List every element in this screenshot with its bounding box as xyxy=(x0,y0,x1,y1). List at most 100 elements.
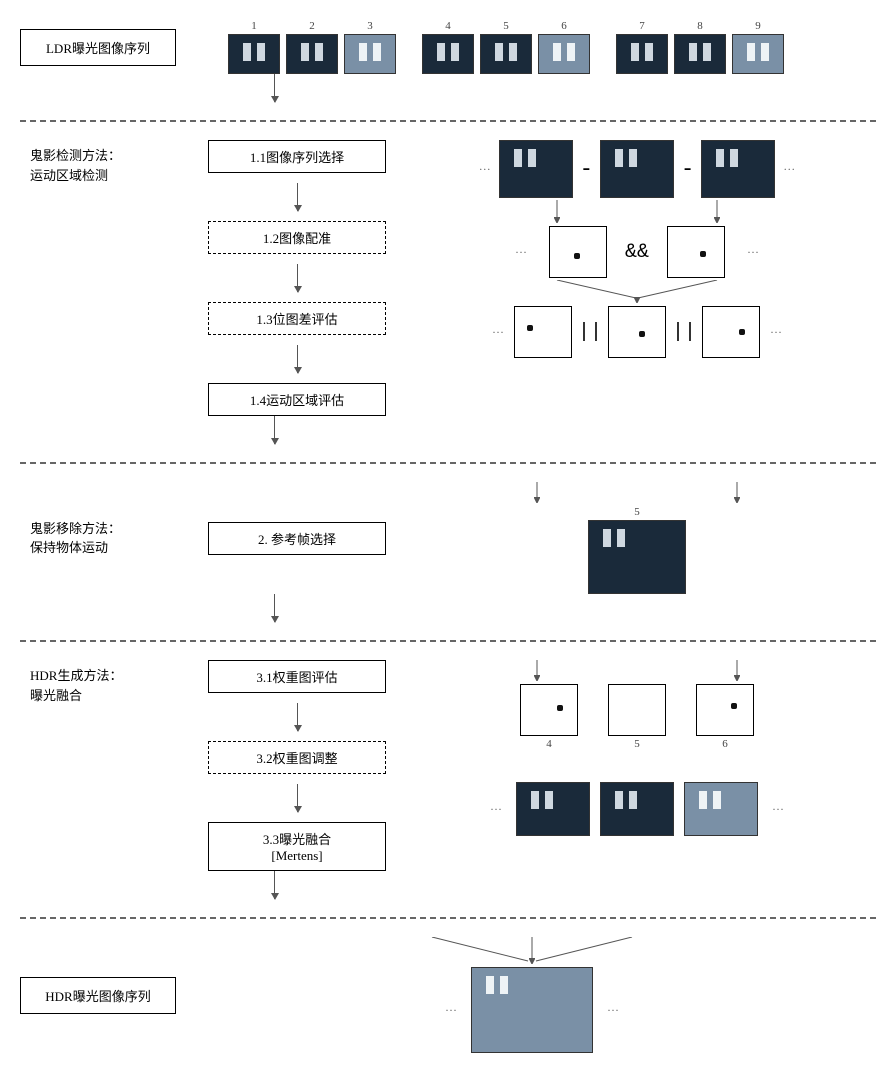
thumb-4 xyxy=(422,34,474,74)
thumb-2-num: 2 xyxy=(309,20,315,32)
diff-map-left xyxy=(549,226,607,278)
diff-map-right xyxy=(667,226,725,278)
union-map-left xyxy=(514,306,572,358)
ghost-detection-steps: 1.1图像序列选择 1.2图像配准 1.3位图差评估 1.4运动区域评估 xyxy=(208,140,386,416)
minus-icon: - xyxy=(678,157,697,182)
minus-icon: - xyxy=(577,157,596,182)
thumb-1 xyxy=(228,34,280,74)
motion-detection-diagram: ··· - - ··· ··· && ··· ··· || xyxy=(398,140,876,416)
step-1-4: 1.4运动区域评估 xyxy=(208,383,386,416)
ellipsis-icon: ··· xyxy=(768,802,788,817)
step-3-2: 3.2权重图调整 xyxy=(208,741,386,774)
output-row: HDR曝光图像序列 ··· ··· xyxy=(20,937,876,1053)
gr-line2: 保持物体运动 xyxy=(30,538,186,558)
input-label: LDR曝光图像序列 xyxy=(20,29,176,66)
diff-input-mid xyxy=(600,140,674,198)
step-3-1: 3.1权重图评估 xyxy=(208,660,386,693)
input-thumbnails: 1 2 3 4 5 6 7 8 9 xyxy=(228,20,784,74)
diff-input-left xyxy=(499,140,573,198)
thumb-3-num: 3 xyxy=(367,20,373,32)
weight-map-4-num: 4 xyxy=(546,738,552,750)
ref-frame-thumb xyxy=(588,520,686,594)
union-map-mid xyxy=(608,306,666,358)
thumb-9-num: 9 xyxy=(755,20,761,32)
hdr-generation-stage: HDR生成方法： 曝光融合 3.1权重图评估 3.2权重图调整 3.3曝光融合 … xyxy=(20,660,876,871)
gr-line1: 鬼影移除方法： xyxy=(30,519,186,539)
weight-map-4 xyxy=(520,684,578,736)
ghost-detection-title: 鬼影检测方法： 运动区域检测 xyxy=(20,140,196,416)
thumb-5 xyxy=(480,34,532,74)
diff-input-right xyxy=(701,140,775,198)
ellipsis-icon: ··· xyxy=(766,325,786,340)
step-1-3: 1.3位图差评估 xyxy=(208,302,386,335)
thumb-6-num: 6 xyxy=(561,20,567,32)
arrow-down-split-icon xyxy=(427,482,847,504)
hdr-gen-steps: 3.1权重图评估 3.2权重图调整 3.3曝光融合 [Mertens] xyxy=(208,660,386,871)
divider xyxy=(20,917,876,919)
output-hdr-frame xyxy=(471,967,593,1053)
arrow-icon xyxy=(274,594,275,622)
arrow-icon xyxy=(297,703,298,731)
thumb-1-num: 1 xyxy=(251,20,257,32)
or-op-icon: || xyxy=(672,321,696,344)
weight-map-6 xyxy=(696,684,754,736)
thumb-8-num: 8 xyxy=(697,20,703,32)
arrow-icon xyxy=(297,264,298,292)
gd-line2: 运动区域检测 xyxy=(30,166,186,186)
fuse-input-4 xyxy=(516,782,590,836)
thumb-4-num: 4 xyxy=(445,20,451,32)
fuse-input-5 xyxy=(600,782,674,836)
and-op-icon: && xyxy=(625,241,649,264)
weight-map-6-num: 6 xyxy=(722,738,728,750)
thumb-5-num: 5 xyxy=(503,20,509,32)
arrow-icon xyxy=(274,871,275,899)
step-1-2: 1.2图像配准 xyxy=(208,221,386,254)
fuse-input-6 xyxy=(684,782,758,836)
thumb-3 xyxy=(344,34,396,74)
arrow-and-icon xyxy=(427,280,847,304)
thumb-8 xyxy=(674,34,726,74)
step-2-ref: 2. 参考帧选择 xyxy=(208,522,386,555)
ellipsis-icon: ··· xyxy=(475,162,495,177)
step-3-3a: 3.3曝光融合 xyxy=(219,829,375,848)
or-op-icon: || xyxy=(578,321,602,344)
thumb-6 xyxy=(538,34,590,74)
weight-maps-display: 4 5 6 ··· ··· xyxy=(398,660,876,836)
thumb-2 xyxy=(286,34,338,74)
ghost-removal-title: 鬼影移除方法： 保持物体运动 xyxy=(20,513,196,564)
ghost-removal-steps: 2. 参考帧选择 xyxy=(208,522,386,555)
ellipsis-icon: ··· xyxy=(488,325,508,340)
output-label: HDR曝光图像序列 xyxy=(20,977,176,1014)
thumb-7 xyxy=(616,34,668,74)
arrow-icon xyxy=(297,183,298,211)
ellipsis-icon: ··· xyxy=(486,802,506,817)
ref-frame-num: 5 xyxy=(634,506,640,518)
reference-frame-display: 5 xyxy=(398,482,876,594)
arrow-down-pair-icon xyxy=(427,660,847,682)
thumb-7-num: 7 xyxy=(639,20,645,32)
ellipsis-icon: ··· xyxy=(511,245,531,260)
divider xyxy=(20,640,876,642)
divider xyxy=(20,120,876,122)
arrow-icon xyxy=(274,74,275,102)
step-3-3b: [Mertens] xyxy=(219,848,375,864)
divider xyxy=(20,462,876,464)
arrow-icon xyxy=(274,416,275,444)
input-row: LDR曝光图像序列 1 2 3 4 5 6 7 8 9 xyxy=(20,20,876,74)
ghost-removal-stage: 鬼影移除方法： 保持物体运动 2. 参考帧选择 5 xyxy=(20,482,876,594)
step-1-1: 1.1图像序列选择 xyxy=(208,140,386,173)
arrow-icon xyxy=(297,784,298,812)
hg-line1: HDR生成方法： xyxy=(30,666,186,686)
hdr-gen-title: HDR生成方法： 曝光融合 xyxy=(20,660,196,711)
arrow-merge-icon xyxy=(322,937,742,965)
ellipsis-icon: ··· xyxy=(603,1003,623,1018)
ellipsis-icon: ··· xyxy=(743,245,763,260)
ellipsis-icon: ··· xyxy=(779,162,799,177)
step-3-3: 3.3曝光融合 [Mertens] xyxy=(208,822,386,871)
weight-map-5 xyxy=(608,684,666,736)
ghost-detection-stage: 鬼影检测方法： 运动区域检测 1.1图像序列选择 1.2图像配准 1.3位图差评… xyxy=(20,140,876,416)
gd-line1: 鬼影检测方法： xyxy=(30,146,186,166)
hg-line2: 曝光融合 xyxy=(30,686,186,706)
arrow-join-icon xyxy=(427,200,847,224)
thumb-9 xyxy=(732,34,784,74)
